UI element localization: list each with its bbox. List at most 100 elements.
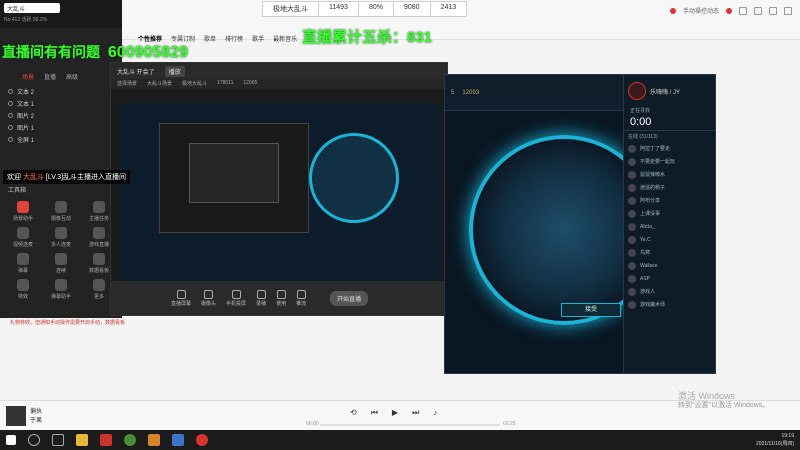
close-icon[interactable] — [784, 6, 792, 15]
eye-icon[interactable] — [8, 124, 13, 130]
tab-live[interactable]: 直播 — [44, 72, 56, 81]
preview-canvas[interactable] — [119, 103, 441, 283]
music-nav-item[interactable]: 歌手 — [252, 34, 264, 43]
tool-button[interactable]: 连续 — [42, 253, 80, 274]
tool-label: 场景助手 — [12, 216, 33, 222]
stream-app-tabs: 场景 直播 高级 — [0, 68, 122, 85]
eye-icon[interactable] — [8, 136, 13, 142]
friend-item[interactable]: 逍遥的帽子 — [624, 181, 715, 194]
tool-button[interactable]: 视频连麦 — [4, 227, 42, 248]
song-title[interactable]: 偏执 — [30, 408, 42, 417]
mic-icon — [276, 289, 286, 299]
app-icon[interactable] — [100, 434, 112, 446]
tab-scene[interactable]: 场景 — [22, 72, 34, 81]
app-icon[interactable] — [172, 434, 184, 446]
profile[interactable]: 乐嗨嗨 / JY — [624, 75, 715, 107]
tool-button[interactable]: 摄像互动 — [42, 201, 80, 222]
music-nav-item[interactable]: 排行榜 — [225, 34, 243, 43]
activate-sub: 转到"设置"以激活 Windows。 — [678, 402, 770, 409]
chat-icon — [17, 253, 29, 265]
friend-item[interactable]: 阿布分享 — [624, 194, 715, 207]
minimize-icon[interactable] — [754, 6, 762, 15]
activate-title: 激活 Windows — [678, 391, 736, 401]
music-nav-item[interactable]: 歌单 — [204, 34, 216, 43]
layer-item[interactable]: 文本 2 — [0, 85, 122, 97]
eye-icon[interactable] — [8, 100, 13, 106]
repeat-icon[interactable]: ⟲ — [350, 408, 357, 418]
preview-tool-label: 手机投屏 — [226, 300, 247, 307]
friend-item[interactable]: ASP — [624, 272, 715, 285]
layer-label: 图片 2 — [17, 113, 35, 120]
friend-item[interactable]: Alicia_ — [624, 220, 715, 233]
tool-button[interactable]: 场景助手 — [4, 201, 42, 222]
accept-button[interactable]: 接受 — [561, 303, 621, 317]
tool-button[interactable]: 多人连麦 — [42, 227, 80, 248]
play-icon[interactable]: ▶ — [392, 408, 398, 418]
layer-item[interactable]: 图片 1 — [0, 121, 122, 133]
friend-item[interactable]: 鼠鼠辣椒水 — [624, 168, 715, 181]
layer-item[interactable]: 文本 1 — [0, 97, 122, 109]
preview-tool[interactable]: 摄像头 — [201, 289, 216, 307]
time-start: 00:00 — [306, 421, 319, 427]
search-icon[interactable] — [28, 434, 40, 446]
tool-button[interactable]: 弹幕助手 — [42, 279, 80, 300]
preview-tool[interactable]: 手机投屏 — [226, 289, 247, 307]
friend-name: Ye.C — [640, 236, 651, 243]
preview-tool-label: 推流 — [296, 300, 307, 307]
tool-label: 游戏直播 — [88, 242, 109, 248]
tab-advanced[interactable]: 高级 — [66, 72, 78, 81]
preview-tool[interactable]: 使用 — [276, 289, 286, 307]
scene-icon — [17, 201, 29, 213]
volume-icon[interactable]: ♪ — [433, 408, 437, 418]
friend-item[interactable]: 游戏人 — [624, 285, 715, 298]
tool-button[interactable]: 特效 — [4, 279, 42, 300]
stream-search-input[interactable]: 大乱斗 — [4, 3, 60, 13]
preview-sub-item[interactable]: 大乱斗场景 — [147, 80, 172, 88]
queue-timer: 0:00 — [630, 116, 652, 128]
progress-bar[interactable] — [320, 424, 500, 426]
next-icon[interactable]: ⏭ — [412, 408, 419, 418]
start-live-button[interactable]: 开始直播 — [330, 290, 369, 306]
layer-item[interactable]: 图片 2 — [0, 109, 122, 121]
stats-cell: 极地大乱斗 — [263, 2, 319, 16]
friend-item[interactable]: Ye.C — [624, 233, 715, 246]
friend-item[interactable]: 不要走要一起玩 — [624, 155, 715, 168]
friend-name: 鼠鼠辣椒水 — [640, 172, 666, 178]
tool-button[interactable]: 弹幕 — [4, 253, 42, 274]
welcome-prefix: 欢迎 — [7, 174, 21, 181]
friend-item[interactable]: 阿拉丁了要走 — [624, 142, 715, 155]
preview-title-bar: 大乱斗 开会了 播放 — [111, 63, 447, 79]
screen-icon — [176, 289, 186, 299]
user-avatar-icon[interactable] — [669, 7, 676, 14]
friend-avatar — [628, 183, 636, 192]
friend-item[interactable]: 游戏魔术师 — [624, 298, 715, 311]
app-icon[interactable] — [76, 434, 88, 446]
netease-icon[interactable] — [196, 434, 208, 446]
friend-name: 逍遥的帽子 — [640, 185, 666, 191]
preview-tool[interactable]: 推流 — [296, 289, 307, 307]
friend-item[interactable]: 上课没事 — [624, 207, 715, 220]
preview-tool[interactable]: 录播 — [256, 289, 266, 307]
preview-tool[interactable]: 直播屏幕 — [171, 289, 191, 307]
mail-icon[interactable] — [726, 7, 732, 14]
song-artist[interactable]: 于果 — [30, 417, 42, 426]
layer-item[interactable]: 全屏 1 — [0, 133, 122, 145]
music-nav-item[interactable]: 最新音乐 — [273, 34, 297, 43]
preview-sub-item[interactable]: 选择场景 — [117, 80, 137, 88]
friend-item[interactable]: Wallace — [624, 259, 715, 272]
friend-item[interactable]: 鸟窝 — [624, 246, 715, 259]
settings-icon[interactable] — [739, 6, 747, 15]
album-cover[interactable] — [6, 406, 26, 426]
prev-icon[interactable]: ⏮ — [371, 408, 378, 418]
preview-title-button[interactable]: 播放 — [164, 65, 185, 77]
eye-icon[interactable] — [8, 88, 13, 94]
eye-icon[interactable] — [8, 112, 13, 118]
taskview-icon[interactable] — [52, 434, 64, 446]
maximize-icon[interactable] — [769, 6, 777, 15]
app-icon[interactable] — [148, 434, 160, 446]
windows-start-icon[interactable] — [6, 435, 16, 445]
chrome-icon[interactable] — [124, 434, 136, 446]
system-tray[interactable]: 19:19 2021/11/16(周四) — [756, 432, 794, 448]
user-status[interactable]: 手动操控动态 — [683, 6, 719, 15]
game-client-window: 5 12093 rankingface 接受 乐嗨嗨 / JY 正在寻找 0:0… — [444, 74, 716, 374]
